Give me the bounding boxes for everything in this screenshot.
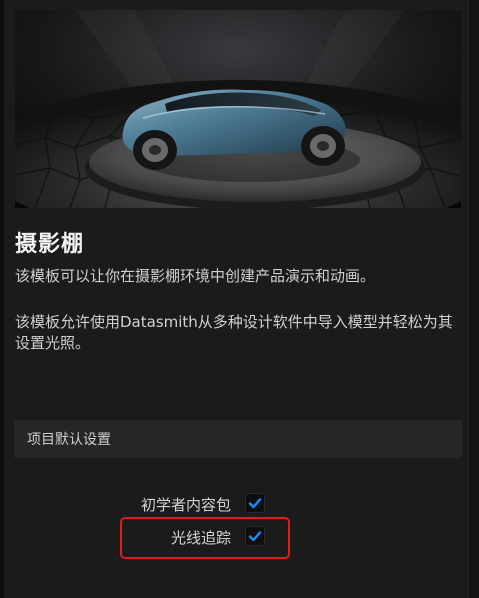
template-details-window: 摄影棚 该模板可以让你在摄影棚环境中创建产品演示和动画。 该模板允许使用Data… — [0, 0, 479, 598]
option-starter-content: 初学者内容包 — [60, 492, 265, 516]
starter-content-checkbox[interactable] — [245, 493, 265, 513]
starter-content-label: 初学者内容包 — [140, 496, 231, 514]
template-preview-image — [15, 10, 461, 208]
ray-tracing-highlight-box — [120, 517, 290, 559]
scrollbar[interactable] — [468, 0, 479, 598]
checkmark-icon — [248, 498, 262, 509]
project-defaults-label: 项目默认设置 — [27, 432, 111, 448]
template-description-2: 该模板允许使用Datasmith从多种设计软件中导入模型并轻松为其设置光照。 — [15, 313, 453, 352]
template-title: 摄影棚 — [15, 232, 85, 257]
template-description-1: 该模板可以让你在摄影棚环境中创建产品演示和动画。 — [15, 267, 376, 285]
project-defaults-header[interactable]: 项目默认设置 — [14, 420, 462, 458]
